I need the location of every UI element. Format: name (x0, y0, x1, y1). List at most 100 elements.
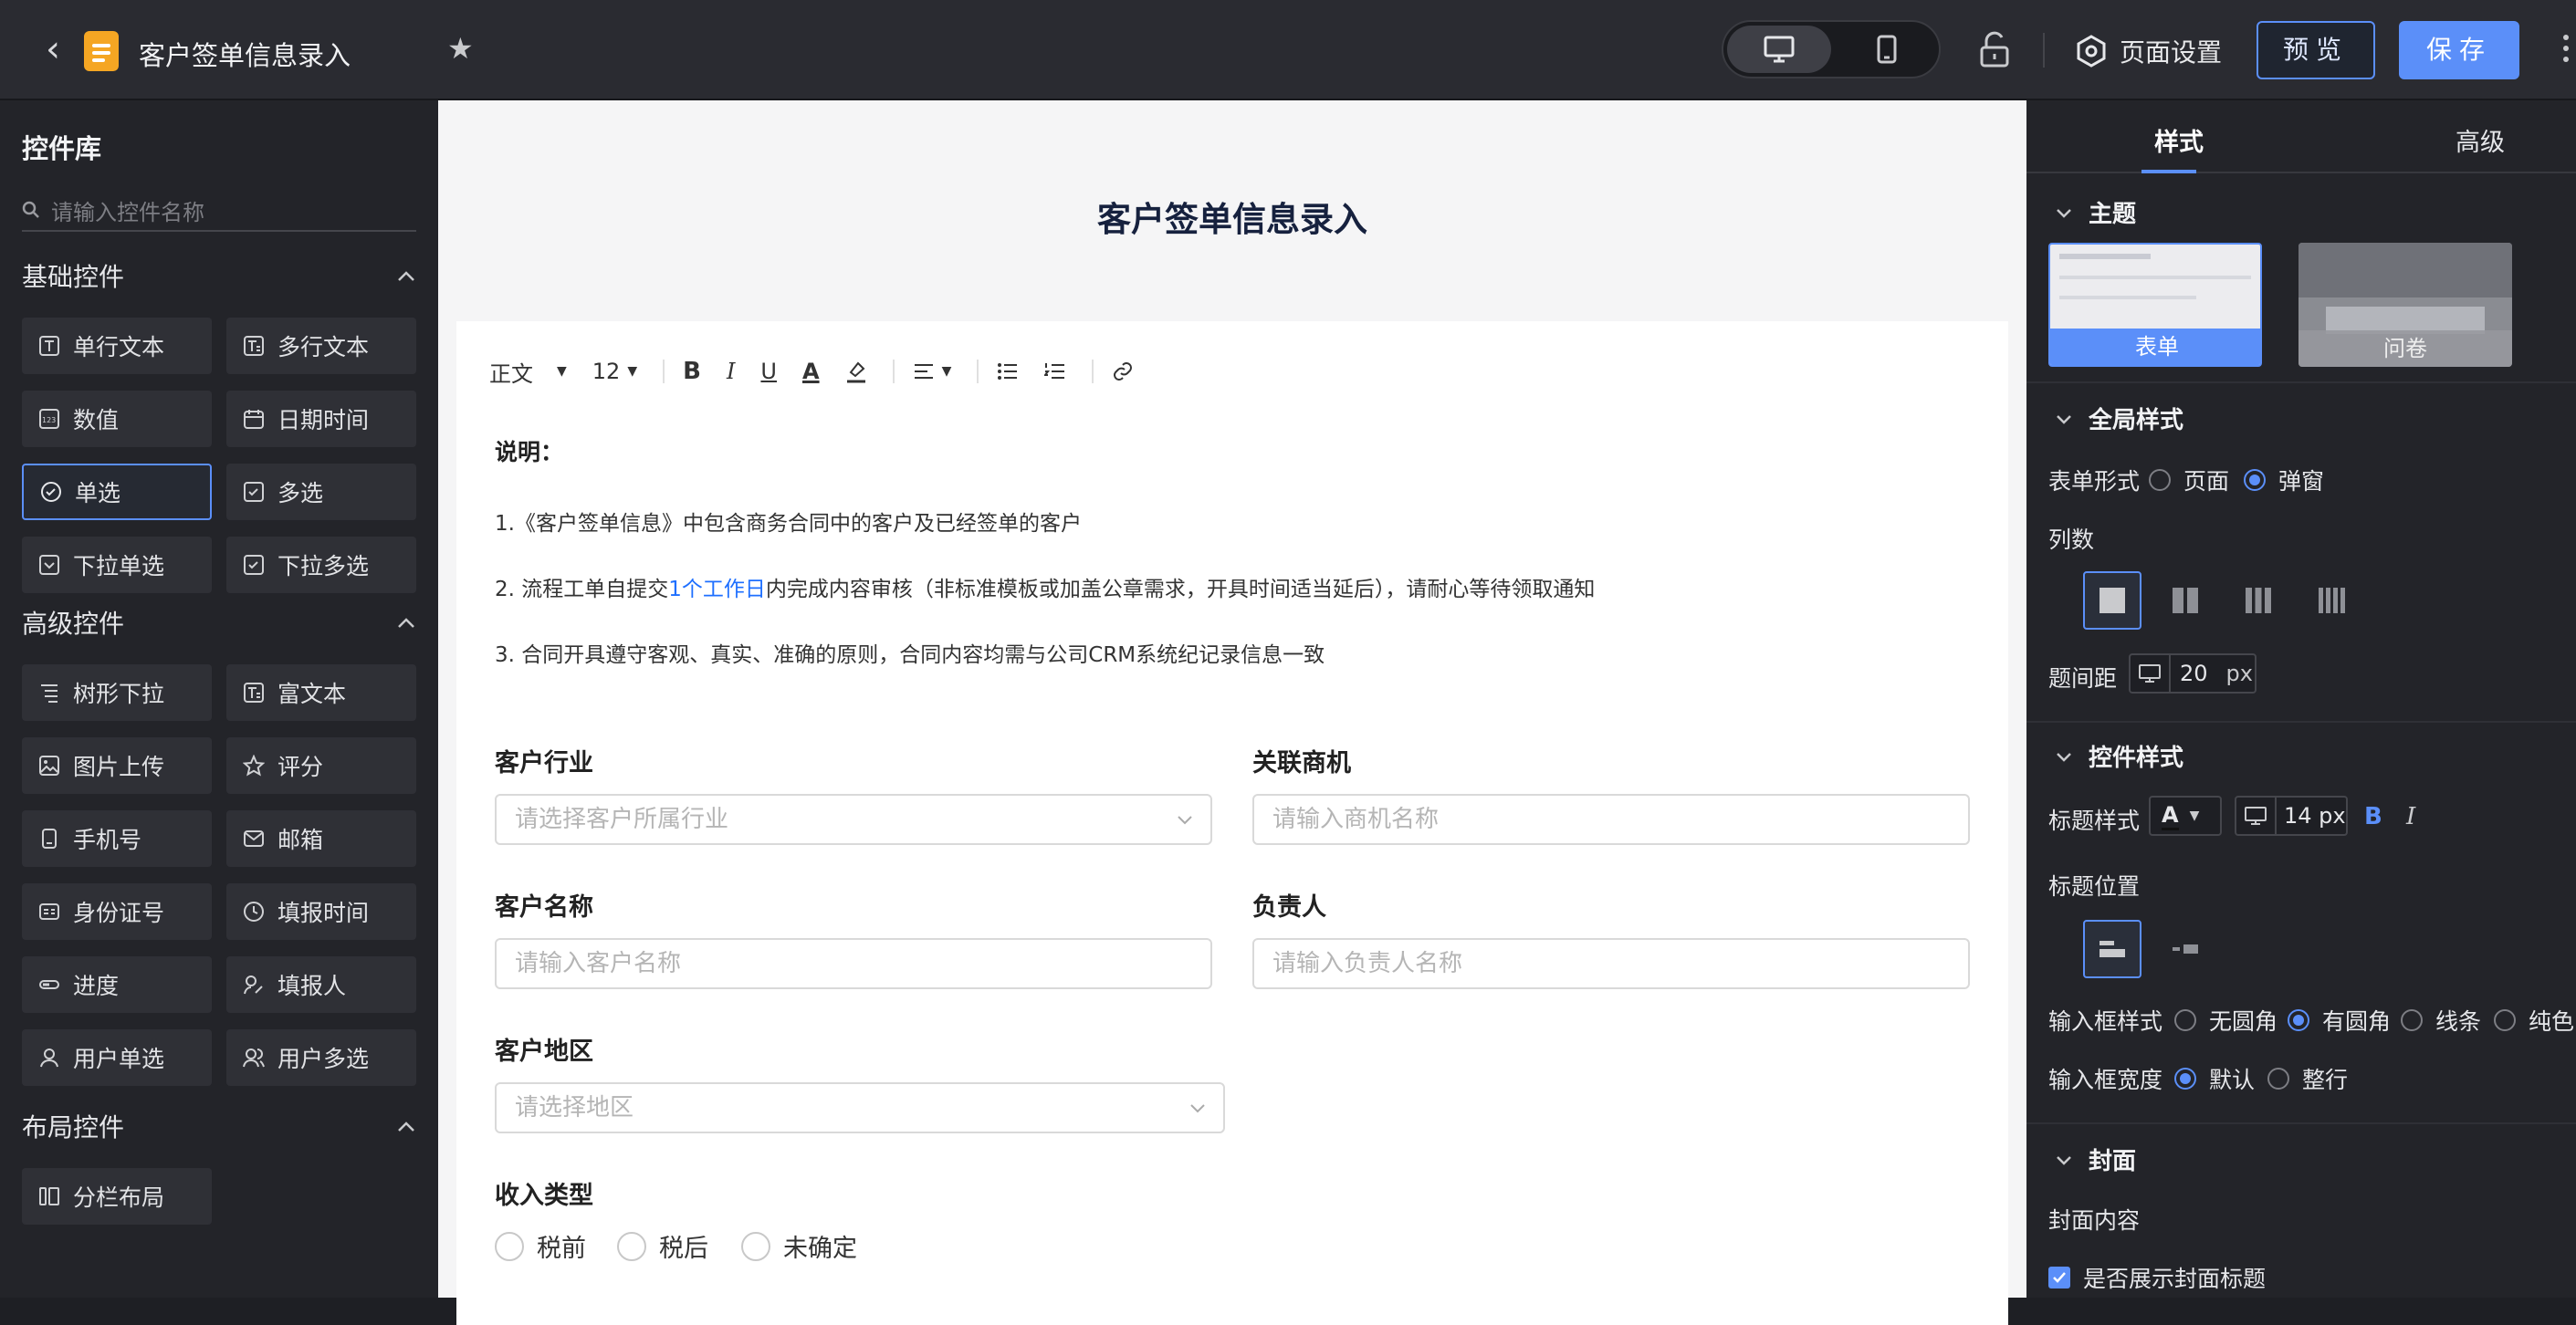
control-checkbox[interactable]: 多选 (226, 464, 416, 520)
control-id-card[interactable]: 身份证号 (22, 883, 212, 940)
preview-button[interactable]: 预览 (2257, 21, 2375, 79)
back-icon[interactable]: ‹ (33, 29, 73, 69)
control-image-upload[interactable]: 图片上传 (22, 737, 212, 794)
link-icon[interactable] (1112, 360, 1134, 382)
control-rating[interactable]: 评分 (226, 737, 416, 794)
chevron-down-icon (2057, 752, 2071, 762)
control-number[interactable]: 123 数值 (22, 391, 212, 447)
section-divider (2026, 721, 2576, 723)
save-button[interactable]: 保存 (2399, 21, 2519, 79)
radio-circle-selected (2288, 1009, 2309, 1031)
caret-down-icon: ▼ (627, 364, 638, 379)
two-column-icon (2173, 588, 2198, 613)
region-select[interactable]: 请选择地区 (495, 1082, 1225, 1133)
control-user-multi[interactable]: 用户多选 (226, 1029, 416, 1086)
title-color-select[interactable]: A ▼ (2149, 796, 2222, 836)
bold-button[interactable]: B (683, 358, 701, 385)
control-label: 用户多选 (277, 1046, 370, 1072)
tab-style[interactable]: 样式 (2154, 122, 2204, 158)
font-size-value: 12 (592, 359, 621, 384)
control-filler[interactable]: 填报人 (226, 956, 416, 1013)
owner-input[interactable]: 请输入负责人名称 (1252, 938, 1970, 989)
input-width-label: 输入框宽度 (2048, 1067, 2163, 1093)
control-phone[interactable]: 手机号 (22, 810, 212, 867)
show-cover-title-checkbox[interactable]: 是否展示封面标题 (2048, 1261, 2266, 1294)
control-multi-text[interactable]: 多行文本 (226, 318, 416, 374)
title-size-input[interactable]: 14 px (2235, 796, 2348, 836)
mobile-view-button[interactable] (1835, 26, 1939, 73)
input-style-square[interactable]: 无圆角 (2174, 1004, 2278, 1037)
input-width-full[interactable]: 整行 (2267, 1062, 2348, 1095)
customer-name-input[interactable]: 请输入客户名称 (495, 938, 1212, 989)
control-progress[interactable]: 进度 (22, 956, 212, 1013)
more-icon[interactable] (2563, 35, 2576, 71)
desktop-view-button[interactable] (1727, 26, 1831, 73)
radio-check-icon (41, 482, 61, 502)
section-theme[interactable]: 主题 (2056, 195, 2136, 229)
section-global-style[interactable]: 全局样式 (2056, 402, 2183, 435)
control-single-text[interactable]: 单行文本 (22, 318, 212, 374)
columns-1-button[interactable] (2083, 571, 2141, 630)
control-email[interactable]: 邮箱 (226, 810, 416, 867)
underline-button[interactable]: U (760, 359, 777, 384)
industry-placeholder: 请选择客户所属行业 (515, 806, 729, 833)
input-style-rounded[interactable]: 有圆角 (2288, 1004, 2391, 1037)
theme-form-option[interactable]: 表单 (2048, 243, 2262, 367)
columns-3-button[interactable] (2229, 571, 2288, 630)
form-type-dialog[interactable]: 弹窗 (2244, 464, 2324, 496)
toolbar-divider (663, 360, 665, 383)
control-dropdown-single[interactable]: 下拉单选 (22, 537, 212, 593)
font-size-select[interactable]: 12 ▼ (592, 359, 637, 384)
control-radio[interactable]: 单选 (22, 464, 212, 520)
input-style-solid[interactable]: 纯色 (2494, 1004, 2574, 1037)
highlight-icon[interactable] (845, 360, 867, 383)
form-title[interactable]: 客户签单信息录入 (438, 192, 2026, 241)
theme-survey-option[interactable]: 问卷 (2299, 243, 2512, 367)
control-user-single[interactable]: 用户单选 (22, 1029, 212, 1086)
control-fill-time[interactable]: 填报时间 (226, 883, 416, 940)
properties-panel: 样式 高级 主题 表单 问卷 全局样式 表单形式 页面 弹窗 列数 题间距 20… (2026, 100, 2576, 1298)
align-icon[interactable]: ▼ (913, 362, 951, 381)
columns-2-button[interactable] (2156, 571, 2215, 630)
control-datetime[interactable]: 日期时间 (226, 391, 416, 447)
control-dropdown-multi[interactable]: 下拉多选 (226, 537, 416, 593)
control-rich-text[interactable]: 富文本 (226, 664, 416, 721)
title-bold-toggle[interactable]: B (2364, 803, 2382, 830)
title-italic-toggle[interactable]: I (2406, 803, 2415, 830)
income-option-pretax[interactable]: 税前 (495, 1228, 586, 1264)
paragraph-style-select[interactable]: 正文 ▼ (489, 356, 567, 388)
device-switch (1722, 20, 1941, 78)
italic-button[interactable]: I (727, 359, 735, 384)
font-color-button[interactable]: A (802, 359, 820, 384)
income-option-undetermined[interactable]: 未确定 (741, 1228, 857, 1264)
form-type-page[interactable]: 页面 (2149, 464, 2229, 496)
rich-text-toolbar: 正文 ▼ 12 ▼ B I U A ▼ (489, 349, 1159, 394)
tab-advanced[interactable]: 高级 (2456, 122, 2505, 158)
radio-circle (495, 1231, 524, 1261)
opportunity-input[interactable]: 请输入商机名称 (1252, 794, 1970, 845)
form-type-label: 表单形式 (2048, 468, 2141, 495)
input-width-default[interactable]: 默认 (2174, 1062, 2255, 1095)
control-label: 手机号 (73, 827, 142, 853)
group-basic[interactable]: 基础控件 (22, 257, 416, 297)
unlock-icon[interactable] (1979, 31, 2010, 68)
group-layout[interactable]: 布局控件 (22, 1108, 416, 1148)
gap-input[interactable]: 20 px (2129, 653, 2257, 694)
control-tree-select[interactable]: 树形下拉 (22, 664, 212, 721)
section-control-style[interactable]: 控件样式 (2056, 739, 2183, 773)
toolbar-divider (892, 360, 895, 383)
star-icon[interactable]: ★ (447, 31, 474, 66)
bullet-list-icon[interactable] (997, 362, 1019, 381)
section-cover[interactable]: 封面 (2056, 1142, 2136, 1176)
numbered-list-icon[interactable] (1044, 362, 1066, 381)
income-option-aftertax[interactable]: 税后 (617, 1228, 708, 1264)
title-position-left-button[interactable] (2156, 920, 2215, 978)
component-search[interactable]: 请输入控件名称 (22, 190, 416, 232)
input-style-line[interactable]: 线条 (2401, 1004, 2481, 1037)
industry-select[interactable]: 请选择客户所属行业 (495, 794, 1212, 845)
title-position-top-button[interactable] (2083, 920, 2141, 978)
control-column-layout[interactable]: 分栏布局 (22, 1168, 212, 1225)
group-advanced[interactable]: 高级控件 (22, 604, 416, 644)
columns-4-button[interactable] (2302, 571, 2361, 630)
page-settings-button[interactable]: 页面设置 (2076, 33, 2222, 69)
